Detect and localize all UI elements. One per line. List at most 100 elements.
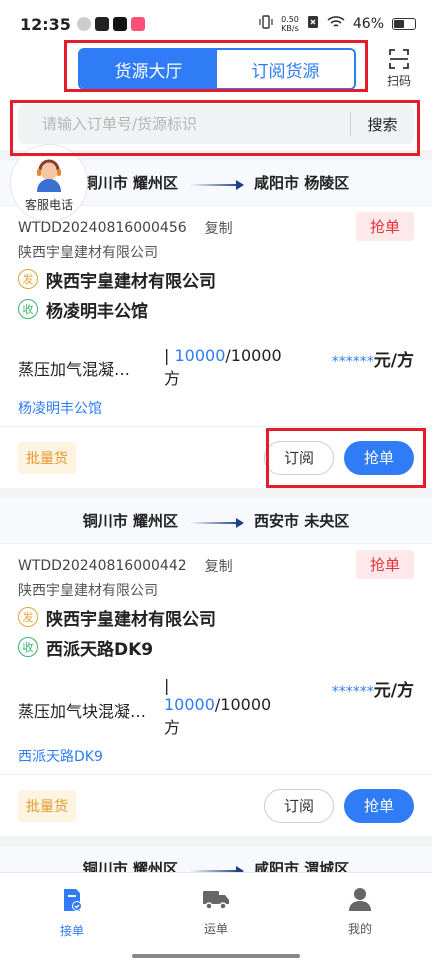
destination-address[interactable]: 西派天路DK9: [18, 738, 414, 774]
status-right: 0.50 KB/s 46%: [259, 15, 416, 33]
order-actions: 订阅 抢单: [264, 440, 414, 475]
receiver-row: 收 西派天路DK9: [18, 632, 414, 662]
subscribe-button[interactable]: 订阅: [264, 788, 334, 823]
shipper-company: 陕西宇皇建材有限公司: [18, 583, 158, 599]
cargo-price: ******元/方: [304, 676, 414, 738]
route-origin: 铜川市 耀州区: [82, 174, 178, 192]
tab-mine[interactable]: 我的: [288, 873, 432, 964]
order-footer: 批量货 订阅 抢单: [0, 774, 432, 836]
battery-icon: [392, 18, 416, 30]
price-unit: 元/方: [373, 351, 414, 371]
qty-unit: 方: [164, 718, 181, 737]
bottom-tab-bar: 接单 运单 我的: [0, 872, 432, 964]
qty-remaining: 10000: [174, 346, 226, 365]
route-destination: 咸阳市 杨陵区: [254, 174, 350, 192]
search-bar: 搜索: [0, 96, 432, 150]
batch-tag: 批量货: [18, 789, 76, 822]
tab-subscribed-cargo[interactable]: 订阅货源: [217, 50, 354, 88]
price-masked: ******: [331, 684, 374, 700]
receiver-row: 收 杨凌明丰公馆: [18, 294, 414, 324]
tiktok-icon: [112, 17, 127, 31]
grab-tag: 抢单: [355, 550, 414, 579]
shipper-company: 陕西宇皇建材有限公司: [18, 245, 158, 261]
net-speed: 0.50 KB/s: [281, 15, 299, 33]
qty-total: /10000: [214, 695, 272, 714]
scan-label: 扫码: [386, 74, 411, 88]
route-arrow-icon: [188, 516, 244, 528]
qty-remaining: 10000: [164, 695, 215, 714]
tab-waybills[interactable]: 运单: [144, 873, 288, 964]
qty-unit: 方: [164, 369, 181, 388]
cargo-quantity: | 10000/10000 方: [164, 346, 298, 390]
route-header: 铜川市 耀州区 西安市 未央区: [0, 498, 432, 544]
order-id-row: WTDD20240816000456 复制: [18, 214, 414, 242]
net-speed-value: 0.50: [281, 15, 299, 24]
cargo-name: 蒸压加气块混凝…: [18, 702, 147, 721]
route-arrow-icon: [188, 178, 244, 190]
grab-tag: 抢单: [355, 212, 414, 241]
subscribe-button[interactable]: 订阅: [264, 440, 334, 475]
order-card: 铜川市 耀州区 西安市 未央区 WTDD20240816000442 复制 抢单…: [0, 498, 432, 836]
order-id-row: WTDD20240816000442 复制: [18, 552, 414, 580]
grab-order-button[interactable]: 抢单: [344, 788, 414, 823]
price-unit: 元/方: [373, 681, 414, 701]
sender-name: 陕西宇皇建材有限公司: [46, 609, 216, 630]
grab-order-button[interactable]: 抢单: [344, 440, 414, 475]
route-origin: 铜川市 耀州区: [82, 512, 178, 530]
tab-cargo-hall[interactable]: 货源大厅: [80, 50, 217, 88]
destination-address[interactable]: 杨凌明丰公馆: [18, 390, 414, 426]
status-bar: 12:35 0.50 KB/s 46%: [0, 0, 432, 48]
customer-service-button[interactable]: 客服电话: [10, 144, 88, 222]
customer-service-avatar: 客服电话: [10, 144, 88, 222]
qty-prefix: |: [164, 346, 175, 365]
price-masked: ******: [331, 354, 374, 370]
status-app-icons: [76, 17, 145, 31]
receiver-badge: 收: [18, 637, 38, 657]
search-button[interactable]: 搜索: [350, 112, 414, 136]
sender-row: 发 陕西宇皇建材有限公司: [18, 264, 414, 294]
customer-service-icon: [31, 158, 67, 196]
tab-mine-label: 我的: [347, 922, 372, 936]
user-icon: [348, 887, 372, 920]
route-destination: 西安市 未央区: [254, 512, 350, 530]
order-icon: [60, 887, 84, 922]
wifi-icon: [327, 15, 345, 33]
cargo-price: ******元/方: [298, 346, 414, 390]
truck-icon: [202, 887, 230, 920]
copy-button[interactable]: 复制: [205, 218, 233, 238]
receiver-name: 西派天路DK9: [46, 639, 154, 660]
order-body[interactable]: WTDD20240816000456 复制 抢单 陕西宇皇建材有限公司 发 陕西…: [0, 206, 432, 426]
receiver-name: 杨凌明丰公馆: [46, 301, 148, 322]
copy-button[interactable]: 复制: [205, 556, 233, 576]
link-app-icon: [94, 17, 109, 31]
cargo-name: 蒸压加气混凝…: [18, 360, 131, 379]
source-tabs: 货源大厅 订阅货源: [78, 48, 356, 90]
order-id: WTDD20240816000456: [18, 220, 187, 236]
net-speed-unit: KB/s: [281, 24, 299, 33]
cargo-quantity: | 10000/10000 方: [164, 676, 304, 738]
search-input[interactable]: [18, 115, 350, 133]
vibrate-icon: [259, 15, 273, 33]
sender-row: 发 陕西宇皇建材有限公司: [18, 602, 414, 632]
order-body[interactable]: WTDD20240816000442 复制 抢单 陕西宇皇建材有限公司 发 陕西…: [0, 544, 432, 774]
batch-tag: 批量货: [18, 441, 76, 474]
header: 货源大厅 订阅货源 扫码: [0, 48, 432, 96]
notification-icon: [76, 17, 91, 31]
tab-orders[interactable]: 接单: [0, 873, 144, 964]
sender-badge: 发: [18, 269, 38, 289]
cargo-row: 蒸压加气混凝… | 10000/10000 方 ******元/方: [18, 346, 414, 390]
sim-off-icon: [307, 15, 319, 33]
sender-name: 陕西宇皇建材有限公司: [46, 271, 216, 292]
scan-button[interactable]: 扫码: [382, 48, 416, 89]
scan-icon: [382, 48, 416, 70]
home-indicator: [132, 954, 300, 958]
tab-orders-label: 接单: [59, 924, 84, 938]
order-id: WTDD20240816000442: [18, 558, 187, 574]
battery-percent: 46%: [352, 16, 384, 32]
customer-service-label: 客服电话: [24, 196, 73, 213]
sender-badge: 发: [18, 607, 38, 627]
order-actions: 订阅 抢单: [264, 788, 414, 823]
app-notification-icon: [130, 17, 145, 31]
qty-total: /10000: [225, 346, 282, 365]
order-footer: 批量货 订阅 抢单: [0, 426, 432, 488]
